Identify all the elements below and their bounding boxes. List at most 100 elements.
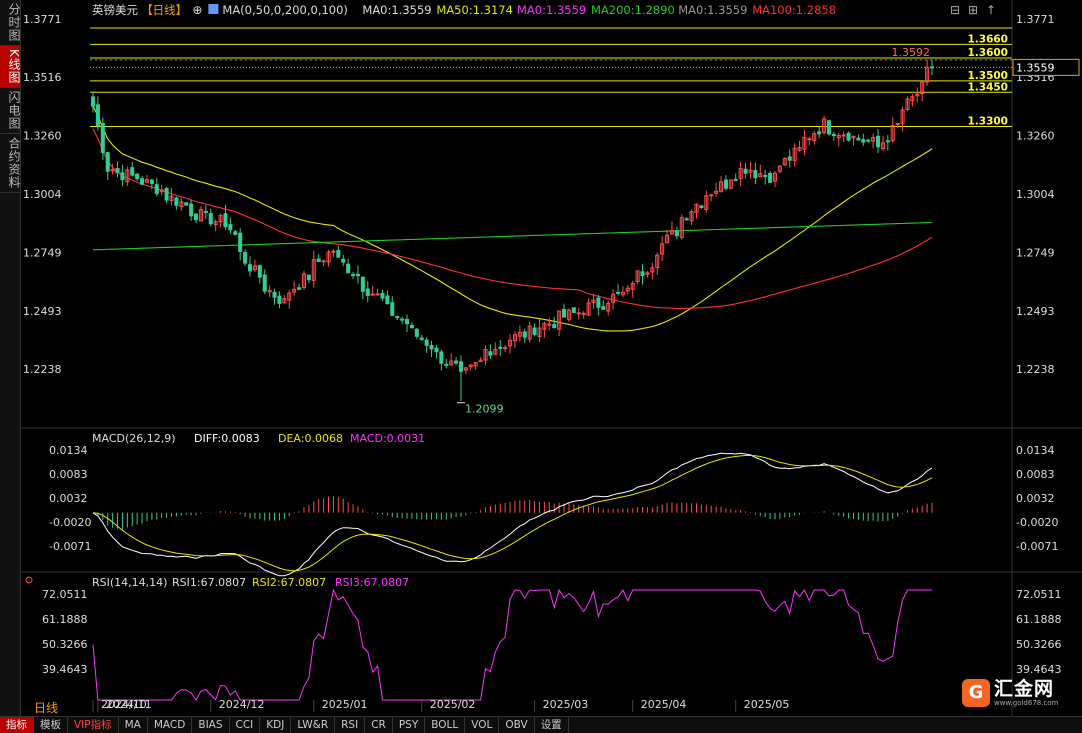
period-label[interactable]: 日线 [34,699,58,716]
indicator-tab-obv[interactable]: OBV [499,717,535,733]
indicator-tab-指标[interactable]: 指标 [0,717,34,733]
candle [635,270,640,285]
logo-mark-icon: G [962,679,990,707]
candle [812,130,817,145]
candle [478,357,483,363]
level-label-4: 1.3300 [967,116,1008,128]
candle [910,93,915,107]
ma-settings-icon[interactable] [208,4,219,14]
candle [174,196,179,210]
indicator-tab-bias[interactable]: BIAS [192,717,230,733]
rsi-settings-icon[interactable] [25,576,33,584]
macd-value: MACD:0.0031 [350,432,425,445]
candle [262,269,267,295]
macd-axis-left-3: -0.0020 [49,516,91,529]
candle [267,285,272,298]
candle [233,229,238,236]
macd-title: MACD(26,12,9) [92,432,176,445]
indicator-tab-kdj[interactable]: KDJ [260,717,292,733]
macd-diff: DIFF:0.0083 [194,432,260,445]
candle [243,249,248,267]
candle [694,203,699,219]
candle [856,134,861,141]
candle [522,328,527,343]
level-label-2: 1.3500 [967,70,1008,82]
level-label-3: 1.3450 [967,81,1008,93]
candle [512,331,517,348]
candle [341,254,346,267]
candle [154,177,159,197]
candle [831,131,836,141]
rsi-axis-left-3: 39.4643 [42,663,88,676]
candle [292,280,297,297]
candle [419,335,424,341]
candle [748,161,753,179]
indicator-tab-lw&r[interactable]: LW&R [291,717,336,733]
indicator-tab-vol[interactable]: VOL [465,717,500,733]
candle [925,59,930,86]
indicator-tab-vip指标[interactable]: VIP指标 [68,717,119,733]
candle [90,92,96,113]
sidebar-tab-1[interactable]: K线图 [0,46,21,88]
macd-axis-left-2: 0.0032 [49,492,88,505]
candle [728,179,733,190]
sidebar-tab-0[interactable]: 分时图 [0,0,21,46]
indicator-bar: 指标 模板 VIP指标 MA MACD BIAS CCI KDJ LW&R RSI CR PSY BOL… [0,716,1082,733]
candle [444,358,449,369]
candle [738,162,743,187]
rsi-axis-left-1: 61.1888 [42,613,88,626]
indicator-tab-rsi[interactable]: RSI [335,717,366,733]
candle [768,171,773,183]
candle [238,227,243,261]
indicator-tab-psy[interactable]: PSY [393,717,426,733]
indicator-tab-cr[interactable]: CR [365,717,393,733]
candle [257,264,262,284]
rsi-axis-right-1: 61.1888 [1016,613,1062,626]
candle [704,190,709,213]
candle [719,176,724,193]
x-label-1: 2024/11 [106,698,152,711]
candle [189,199,194,221]
indicator-tab-macd[interactable]: MACD [148,717,193,733]
candle [669,221,674,235]
candle [576,307,581,320]
candle [321,259,326,267]
candle [95,96,100,131]
candle [606,300,611,316]
macd-axis-left-0: 0.0134 [49,444,88,457]
candle [777,165,782,174]
indicator-tab-设置[interactable]: 设置 [535,717,569,733]
price-axis-left-3: 1.3004 [23,188,62,201]
candle [650,262,655,280]
candle [797,140,802,152]
candle [836,133,841,147]
rsi-value-1: RSI1:67.0807 [172,576,246,589]
candle [929,59,935,76]
chart-control-icon-0: ⊟ [950,3,960,17]
indicator-tab-模板[interactable]: 模板 [34,717,68,733]
candle [655,252,660,275]
price-axis-left-4: 1.2749 [23,246,62,259]
price-axis-right-0: 1.3771 [1016,13,1055,26]
candle [733,173,738,182]
sidebar-tab-2[interactable]: 闪电图 [0,88,21,134]
candle [311,250,316,288]
chart-area[interactable]: 英镑美元 【日线】 ⊕ MA(0,50,0,200,0,100) MA0:1.3559 M… [20,0,1082,716]
candle [247,256,253,277]
candle [841,131,846,142]
indicator-tab-ma[interactable]: MA [119,717,148,733]
indicator-tab-boll[interactable]: BOLL [425,717,466,733]
candle [203,204,208,220]
x-label-4: 2025/02 [430,698,476,711]
candle [792,143,797,167]
candle [282,295,287,304]
current-price: 1.3559 [1016,61,1055,74]
candle [615,284,621,296]
candle [586,298,591,316]
indicator-tab-cci[interactable]: CCI [230,717,261,733]
candle [807,136,812,146]
low-annotation: 1.2099 [465,403,504,416]
x-label-3: 2025/01 [322,698,368,711]
sidebar-tab-3[interactable]: 合约资料 [0,134,21,193]
candle [596,295,601,316]
